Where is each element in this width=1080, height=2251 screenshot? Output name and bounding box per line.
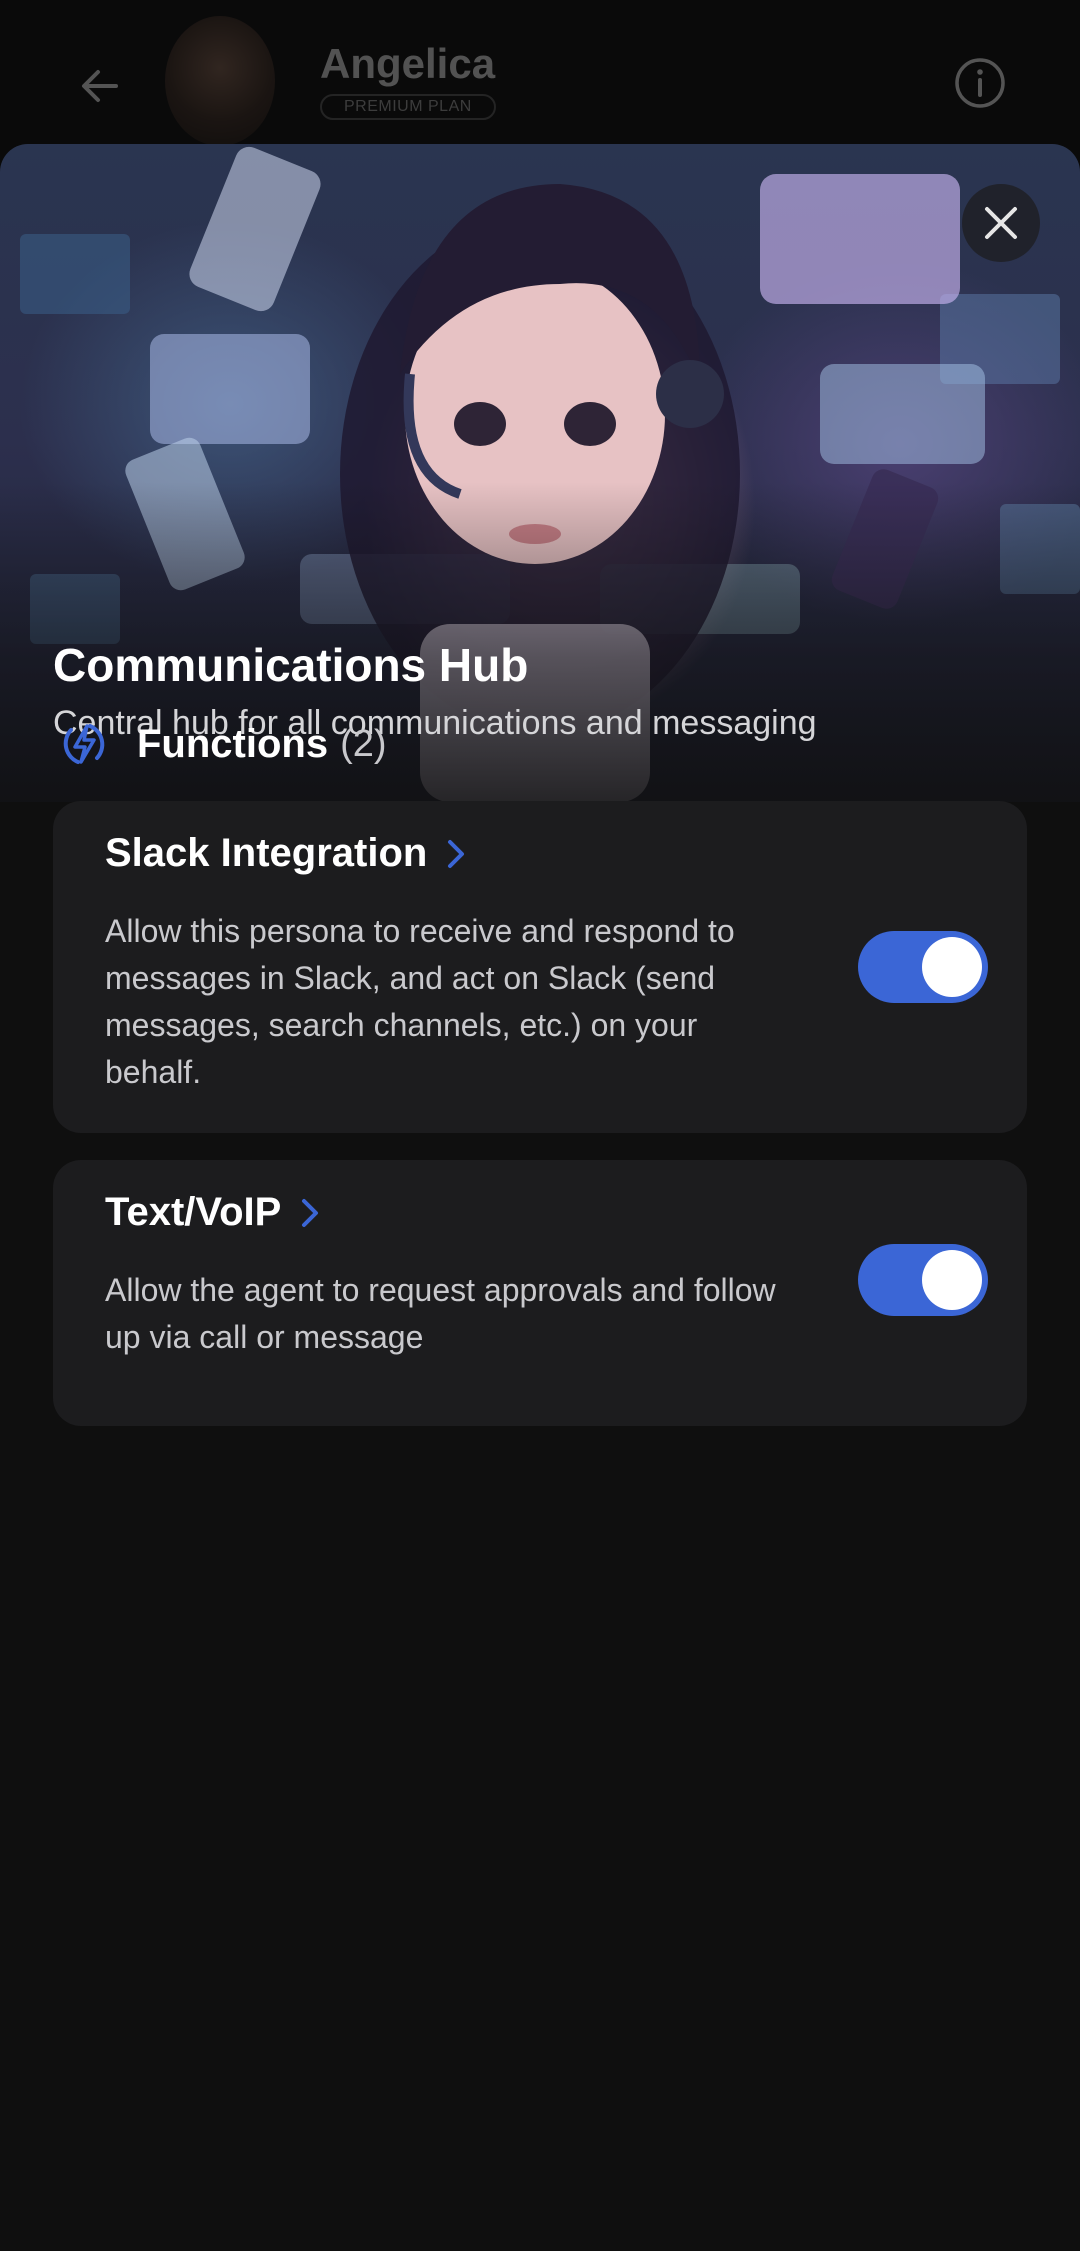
function-title[interactable]: Slack Integration <box>105 831 427 876</box>
functions-count: (2) <box>340 722 387 765</box>
chevron-right-icon[interactable] <box>441 836 471 872</box>
info-button[interactable] <box>952 55 1008 111</box>
function-title-row[interactable]: Slack Integration <box>105 831 471 876</box>
toggle-knob <box>922 1250 982 1310</box>
back-button[interactable] <box>72 58 128 114</box>
page: Angelica PREMIUM PLAN Communications Hub… <box>0 0 1080 2251</box>
function-card-slack[interactable]: Slack Integration Allow this persona to … <box>53 801 1027 1133</box>
lightning-bolt-icon <box>63 724 105 764</box>
functions-title: Functions <box>137 721 329 766</box>
hero-title: Communications Hub <box>53 639 529 691</box>
function-description: Allow the agent to request approvals and… <box>105 1272 776 1355</box>
toggle-knob <box>922 937 982 997</box>
close-button[interactable] <box>962 184 1040 262</box>
slack-integration-toggle[interactable] <box>858 931 988 1003</box>
text-voip-toggle[interactable] <box>858 1244 988 1316</box>
function-title-row[interactable]: Text/VoIP <box>105 1190 325 1235</box>
plan-badge: PREMIUM PLAN <box>320 94 496 120</box>
avatar[interactable] <box>165 16 275 146</box>
persona-name: Angelica <box>320 40 496 87</box>
arrow-left-icon <box>82 70 118 102</box>
close-icon <box>985 207 1017 239</box>
chevron-right-icon[interactable] <box>295 1195 325 1231</box>
info-icon <box>955 58 1005 108</box>
function-title[interactable]: Text/VoIP <box>105 1190 281 1235</box>
functions-header: Functions (2) <box>58 714 387 774</box>
function-card-voip[interactable]: Text/VoIP Allow the agent to request app… <box>53 1160 1027 1426</box>
function-description: Allow this persona to receive and respon… <box>105 913 735 1090</box>
hero-banner: Communications Hub Central hub for all c… <box>0 144 1080 802</box>
